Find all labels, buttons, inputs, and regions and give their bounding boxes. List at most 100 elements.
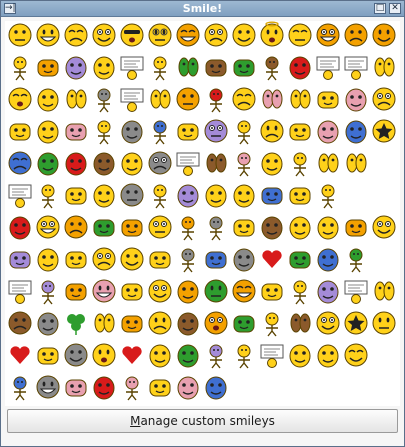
balloons-icon[interactable] (286, 181, 314, 209)
smile-grin-icon[interactable] (342, 21, 370, 49)
happy-face-icon[interactable] (118, 309, 146, 337)
tombstone-icon[interactable] (146, 373, 174, 401)
question-icon[interactable] (286, 213, 314, 241)
wolf-icon[interactable] (202, 213, 230, 241)
cow2-icon[interactable] (118, 277, 146, 305)
hearts-icon[interactable] (258, 245, 286, 273)
crosseyes-icon[interactable] (90, 309, 118, 337)
cat-yellow-icon[interactable] (230, 53, 258, 81)
blue-flag-icon[interactable] (314, 85, 342, 113)
cloud-icon[interactable] (314, 117, 342, 145)
smile-sad-icon[interactable] (62, 21, 90, 49)
dog3-icon[interactable] (90, 245, 118, 273)
dumbbell-icon[interactable] (370, 213, 398, 241)
glance-icon[interactable] (174, 309, 202, 337)
tooth-icon[interactable] (286, 277, 314, 305)
blank-icon[interactable] (370, 149, 398, 177)
bird-icon[interactable] (202, 85, 230, 113)
dots-icon[interactable] (62, 181, 90, 209)
yellow-icon[interactable] (342, 85, 370, 113)
gold-icon[interactable] (118, 213, 146, 241)
purple-blob-icon[interactable] (314, 277, 342, 305)
cheer-icon[interactable] (34, 85, 62, 113)
blue-face-icon[interactable] (286, 149, 314, 177)
snowman-icon[interactable] (34, 245, 62, 273)
list-icon[interactable] (6, 277, 34, 305)
tongue2-icon[interactable] (230, 341, 258, 369)
blank2-icon[interactable] (342, 181, 370, 209)
confused-icon[interactable] (370, 85, 398, 113)
egg-icon[interactable] (230, 149, 258, 177)
broken-icon[interactable] (314, 181, 342, 209)
flower-icon[interactable] (6, 213, 34, 241)
red-mask-icon[interactable] (62, 117, 90, 145)
thankyou-icon[interactable] (286, 245, 314, 273)
bunny-icon[interactable] (6, 85, 34, 113)
cheer2-icon[interactable] (34, 277, 62, 305)
blue-ball-icon[interactable] (258, 181, 286, 209)
bee-icon[interactable] (118, 245, 146, 273)
cry-icon[interactable] (34, 117, 62, 145)
troll-face-icon[interactable] (62, 53, 90, 81)
chunky-icon[interactable] (230, 309, 258, 337)
red-eyes-icon[interactable] (314, 149, 342, 177)
bubbles-icon[interactable] (62, 341, 90, 369)
shocked-face-icon[interactable] (286, 341, 314, 369)
pig-card-icon[interactable] (314, 53, 342, 81)
wink-icon[interactable] (202, 309, 230, 337)
chick-icon[interactable] (90, 373, 118, 401)
fingers-icon[interactable] (174, 85, 202, 113)
ball-icon[interactable] (258, 309, 286, 337)
sign-icon[interactable] (118, 53, 146, 81)
green-face-icon[interactable] (90, 341, 118, 369)
pyramid-icon[interactable] (34, 309, 62, 337)
hearts-eyes-icon[interactable] (6, 341, 34, 369)
google-icon[interactable] (342, 277, 370, 305)
neutral-face-icon[interactable] (174, 341, 202, 369)
blank10-icon[interactable] (342, 373, 370, 401)
tongue-icon[interactable] (258, 117, 286, 145)
nose-icon[interactable] (230, 245, 258, 273)
blue-oval2-icon[interactable] (62, 85, 90, 113)
flower-bunch-icon[interactable] (146, 181, 174, 209)
angry-face-icon[interactable] (174, 181, 202, 209)
sign-sm-icon[interactable] (6, 181, 34, 209)
chef-icon[interactable] (258, 53, 286, 81)
cheers-icon[interactable] (34, 373, 62, 401)
poop-icon[interactable] (146, 277, 174, 305)
dance-icon[interactable] (6, 53, 34, 81)
grin-big-icon[interactable] (62, 149, 90, 177)
sign-board-icon[interactable] (342, 53, 370, 81)
bunny-feet-icon[interactable] (118, 149, 146, 177)
clover-icon[interactable] (62, 309, 90, 337)
rooster-icon[interactable] (90, 149, 118, 177)
blank4-icon[interactable] (370, 245, 398, 273)
smile-orange-icon[interactable] (174, 21, 202, 49)
smile-small-icon[interactable] (314, 341, 342, 369)
pout-icon[interactable] (342, 117, 370, 145)
eyebrow-face-icon[interactable] (258, 85, 286, 113)
stick-man-icon[interactable] (342, 341, 370, 369)
cat-sm-icon[interactable] (174, 373, 202, 401)
stick-icon[interactable] (202, 181, 230, 209)
burst-icon[interactable] (202, 373, 230, 401)
wide-eye-icon[interactable] (286, 309, 314, 337)
cat-icon[interactable] (202, 53, 230, 81)
maximize-button[interactable]: □ (374, 3, 386, 14)
lol-sign-icon[interactable] (118, 85, 146, 113)
moon-face-icon[interactable] (90, 53, 118, 81)
sorry-sign-icon[interactable] (258, 341, 286, 369)
walk-icon[interactable] (34, 181, 62, 209)
manage-custom-smileys-button[interactable]: Manage custom smileys (7, 409, 398, 433)
blank8-icon[interactable] (286, 373, 314, 401)
smile-cool-icon[interactable] (118, 21, 146, 49)
blank7-icon[interactable] (258, 373, 286, 401)
worried-icon[interactable] (314, 213, 342, 241)
close-button[interactable]: ✕ (389, 3, 401, 14)
red-eye2-icon[interactable] (342, 149, 370, 177)
help-face-icon[interactable] (258, 213, 286, 241)
star-face-icon[interactable] (342, 309, 370, 337)
sheep-icon[interactable] (34, 149, 62, 177)
peanuts-icon[interactable] (286, 85, 314, 113)
heart-icon[interactable] (118, 341, 146, 369)
